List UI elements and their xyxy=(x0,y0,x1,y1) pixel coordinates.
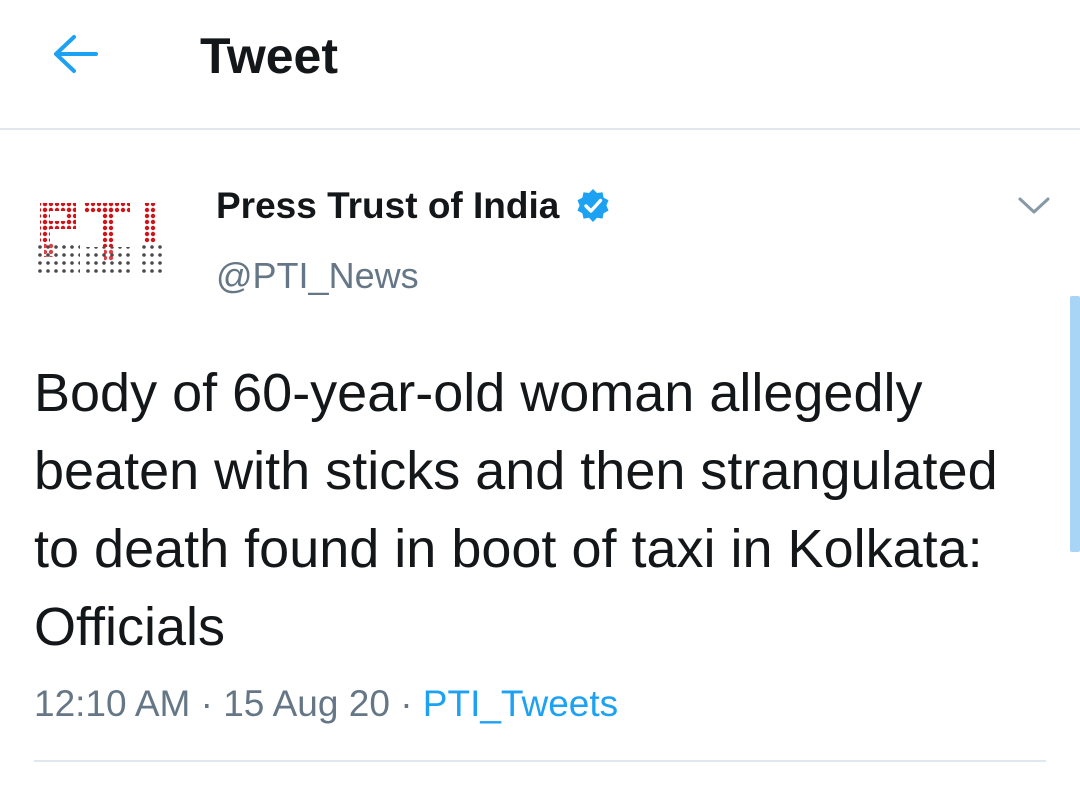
scrollbar[interactable] xyxy=(1070,296,1080,552)
pti-logo xyxy=(38,203,164,277)
divider xyxy=(34,760,1046,762)
author-display-name[interactable]: Press Trust of India xyxy=(216,184,559,228)
chevron-down-icon xyxy=(1018,197,1050,214)
meta-separator: · xyxy=(200,683,213,724)
author-handle[interactable]: @PTI_News xyxy=(216,254,419,298)
meta-separator: · xyxy=(400,683,413,724)
tweet-date: 15 Aug 20 xyxy=(223,683,390,724)
tweet-menu-button[interactable] xyxy=(1012,186,1056,226)
tweet-time: 12:10 AM xyxy=(34,683,191,724)
verified-badge-icon xyxy=(575,188,611,224)
arrow-left-icon xyxy=(54,35,98,73)
avatar[interactable] xyxy=(30,170,182,310)
back-button[interactable] xyxy=(46,26,106,82)
top-app-bar: Tweet xyxy=(0,0,1080,130)
tweet-meta: 12:10 AM · 15 Aug 20 · PTI_Tweets xyxy=(34,680,618,728)
tweet-source-link[interactable]: PTI_Tweets xyxy=(423,683,618,724)
tweet-text: Body of 60-year-old woman allegedly beat… xyxy=(34,363,998,657)
author-name-row[interactable]: Press Trust of India xyxy=(216,184,611,228)
page-title: Tweet xyxy=(200,28,338,84)
